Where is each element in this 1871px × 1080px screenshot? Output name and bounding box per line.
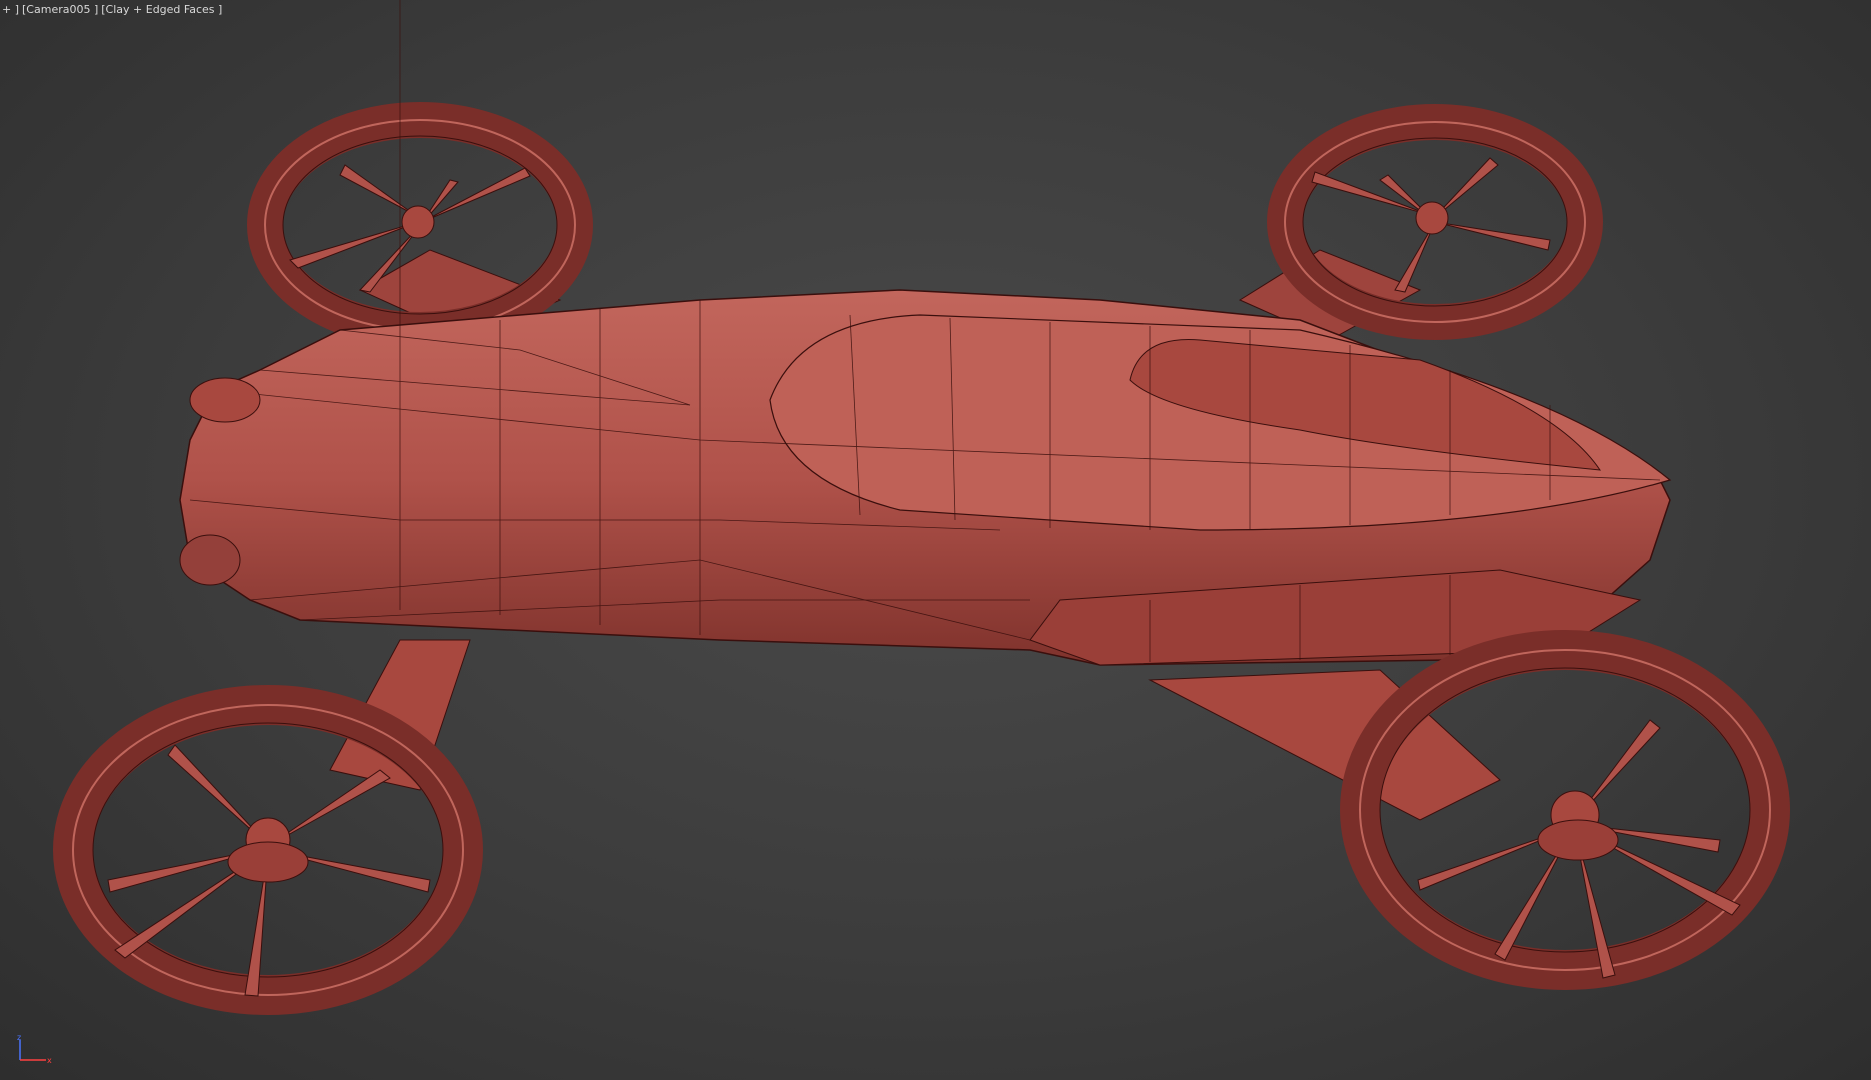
axis-z-label: z [17,1033,21,1042]
3d-model-render[interactable] [0,0,1871,1080]
rotor-front-left [53,685,483,1015]
viewport-camera005[interactable]: + ] [Camera005 ] [Clay + Edged Faces ] z… [0,0,1871,1080]
axis-gizmo: z x [17,1033,52,1065]
axis-x-label: x [47,1056,52,1065]
rotor-rear-right [1267,104,1603,340]
